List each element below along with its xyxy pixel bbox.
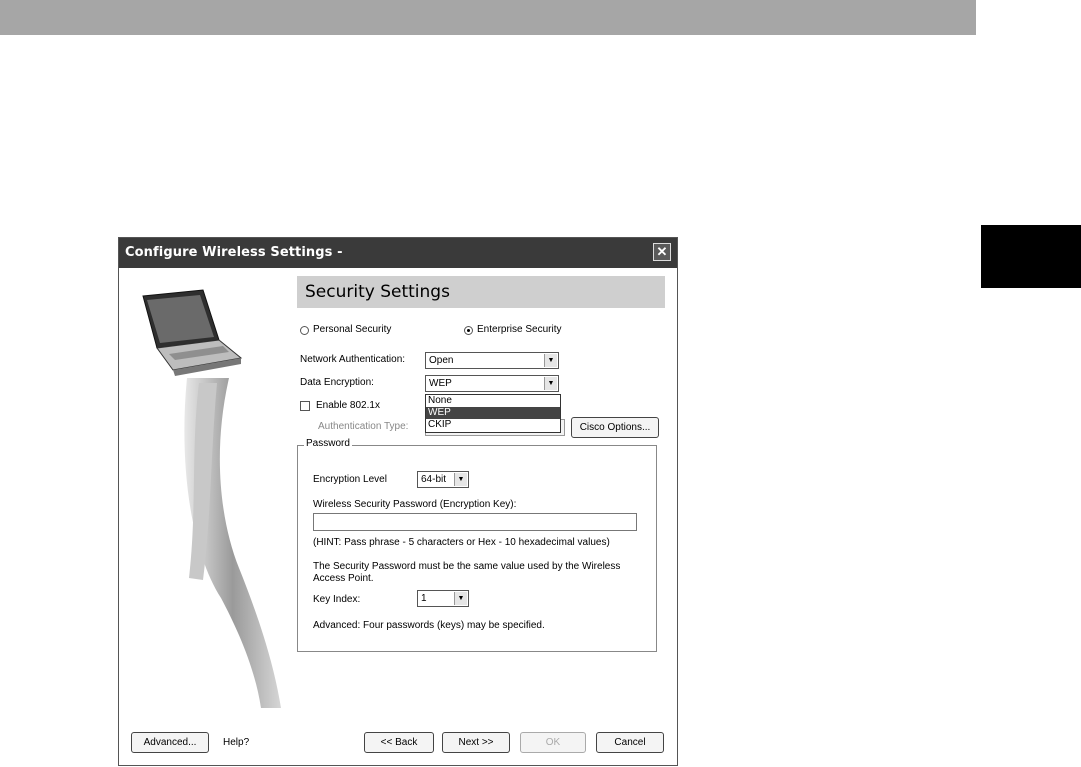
encryption-option-ckip[interactable]: CKIP [426, 419, 560, 431]
enterprise-security-radio[interactable] [464, 326, 473, 335]
enable-8021x-label: Enable 802.1x [316, 400, 380, 411]
network-auth-select[interactable]: Open ▼ [425, 352, 559, 369]
data-encryption-label: Data Encryption: [300, 377, 374, 388]
data-encryption-select[interactable]: WEP ▼ [425, 375, 559, 392]
network-auth-label: Network Authentication: [300, 354, 406, 365]
advanced-note: Advanced: Four passwords (keys) may be s… [313, 620, 545, 631]
dialog-titlebar: Configure Wireless Settings - ✕ [119, 238, 677, 268]
personal-security-label: Personal Security [313, 324, 392, 335]
key-index-select[interactable]: 1 ▼ [417, 590, 469, 607]
encryption-key-input[interactable] [313, 513, 637, 531]
cancel-button[interactable]: Cancel [596, 732, 664, 753]
cisco-options-button[interactable]: Cisco Options... [571, 417, 659, 438]
personal-security-radio[interactable] [300, 326, 309, 335]
close-icon: ✕ [656, 244, 668, 259]
password-note-line2: Access Point. [313, 573, 374, 584]
chevron-down-icon: ▼ [544, 377, 557, 390]
enterprise-security-label: Enterprise Security [477, 324, 562, 335]
key-field-label: Wireless Security Password (Encryption K… [313, 499, 517, 510]
password-note-line1: The Security Password must be the same v… [313, 561, 621, 572]
encryption-level-label: Encryption Level [313, 474, 387, 485]
encryption-option-wep[interactable]: WEP [426, 407, 560, 419]
data-encryption-dropdown-list: None WEP CKIP [425, 394, 561, 433]
auth-type-label: Authentication Type: [318, 421, 409, 432]
advanced-button[interactable]: Advanced... [131, 732, 209, 753]
password-hint: (HINT: Pass phrase - 5 characters or Hex… [313, 537, 610, 548]
encryption-level-select[interactable]: 64-bit ▼ [417, 471, 469, 488]
help-link[interactable]: Help? [223, 737, 249, 748]
configure-wireless-dialog: Configure Wireless Settings - ✕ Security… [118, 237, 678, 766]
back-button[interactable]: << Back [364, 732, 434, 753]
network-auth-value: Open [429, 355, 454, 366]
laptop-illustration [142, 289, 281, 708]
dialog-title: Configure Wireless Settings - [125, 245, 343, 260]
chevron-down-icon: ▼ [454, 473, 467, 486]
data-encryption-value: WEP [429, 378, 452, 389]
top-banner [0, 0, 976, 35]
encryption-option-none[interactable]: None [426, 395, 560, 407]
next-button[interactable]: Next >> [442, 732, 510, 753]
ok-button[interactable]: OK [520, 732, 586, 753]
close-button[interactable]: ✕ [653, 243, 671, 261]
enable-8021x-checkbox[interactable] [300, 401, 310, 411]
chapter-tab [981, 225, 1081, 288]
encryption-level-value: 64-bit [421, 474, 447, 485]
password-legend: Password [304, 438, 352, 449]
chevron-down-icon: ▼ [544, 354, 557, 367]
key-index-value: 1 [421, 593, 427, 604]
key-index-label: Key Index: [313, 594, 361, 605]
section-header: Security Settings [297, 276, 665, 308]
section-title: Security Settings [305, 282, 450, 302]
chevron-down-icon: ▼ [454, 592, 467, 605]
